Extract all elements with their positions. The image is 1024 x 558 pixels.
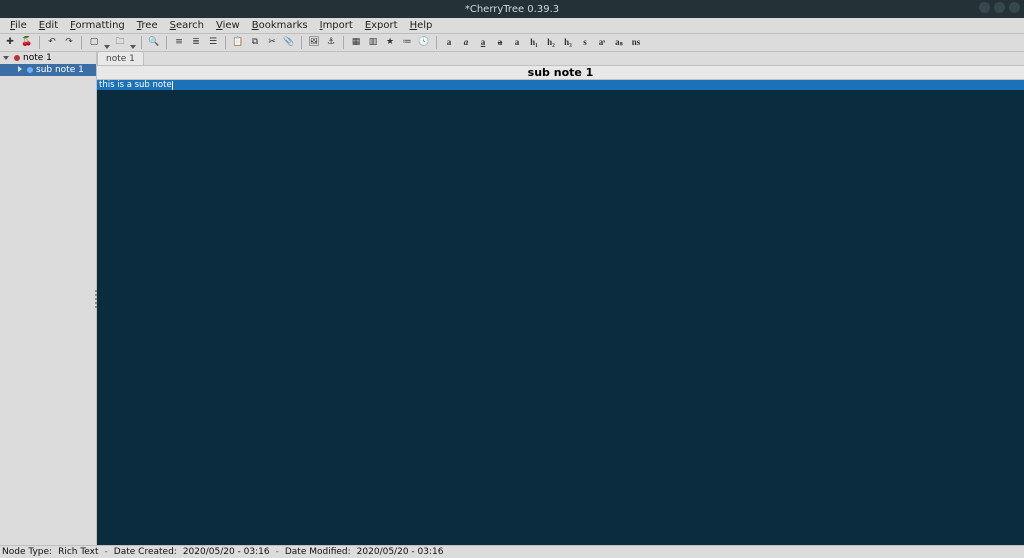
menu-file[interactable]: File <box>4 20 33 31</box>
menubar: FileEditFormattingTreeSearchViewBookmark… <box>0 18 1024 34</box>
menu-formatting[interactable]: Formatting <box>64 20 131 31</box>
status-separator: - <box>276 547 279 557</box>
undo-button[interactable]: ↶ <box>45 36 59 50</box>
window-titlebar: *CherryTree 0.39.3 <box>0 0 1024 18</box>
toolbar-separator <box>141 36 142 49</box>
main-area: note 1 sub note 1 note 1 sub note 1 this … <box>0 52 1024 545</box>
toolbar-separator <box>81 36 82 49</box>
toolbar-separator <box>436 36 437 49</box>
open-button[interactable]: 🗀 <box>113 36 127 50</box>
bold-button[interactable]: a <box>442 36 456 50</box>
window-title: *CherryTree 0.39.3 <box>465 4 559 15</box>
node-title: sub note 1 <box>528 66 594 79</box>
tab-note1[interactable]: note 1 <box>97 51 144 65</box>
status-separator: - <box>105 547 108 557</box>
paste-button[interactable]: 📋 <box>231 36 245 50</box>
node-icon <box>14 55 20 61</box>
list-number-button[interactable]: ≣ <box>189 36 203 50</box>
toolbar-separator <box>225 36 226 49</box>
node-header: sub note 1 <box>97 66 1024 80</box>
expand-icon[interactable] <box>16 66 24 74</box>
tree-node-sub-note-1[interactable]: sub note 1 <box>0 64 96 76</box>
menu-export[interactable]: Export <box>359 20 404 31</box>
minimize-button[interactable] <box>979 2 990 13</box>
anchor-button[interactable]: ⚓ <box>324 36 338 50</box>
small-button[interactable]: s <box>578 36 592 50</box>
list-bullet-button[interactable]: ≡ <box>172 36 186 50</box>
table-button[interactable]: ▦ <box>349 36 363 50</box>
dropdown-icon[interactable] <box>130 40 136 46</box>
codebox-button[interactable]: ▥ <box>366 36 380 50</box>
tabstrip: note 1 <box>97 52 1024 66</box>
maximize-button[interactable] <box>994 2 1005 13</box>
menu-view[interactable]: View <box>210 20 246 31</box>
h3-button[interactable]: h₃ <box>561 36 575 50</box>
menu-bookmarks[interactable]: Bookmarks <box>246 20 314 31</box>
menu-edit[interactable]: Edit <box>33 20 64 31</box>
statusbar: Node Type: Rich Text - Date Created: 202… <box>0 545 1024 558</box>
toolbar: ✚🍒↶↷▢🗀🔍≡≣☰📋⧉✂📎🖼⚓▦▥★≔🕓aaaaah₁h₂h₃saˢaₛns <box>0 34 1024 52</box>
status-created-value: 2020/05/20 - 03:16 <box>183 547 270 557</box>
tree-node-note-1[interactable]: note 1 <box>0 52 96 64</box>
h1-button[interactable]: h₁ <box>527 36 541 50</box>
close-button[interactable] <box>1009 2 1020 13</box>
toolbar-separator <box>166 36 167 49</box>
new-node-button[interactable]: ✚ <box>3 36 17 50</box>
copy-button[interactable]: ⧉ <box>248 36 262 50</box>
image-button[interactable]: 🖼 <box>307 36 321 50</box>
insert-timestamp-button[interactable]: 🕓 <box>417 36 431 50</box>
cut-button[interactable]: ✂ <box>265 36 279 50</box>
current-line[interactable]: this is a sub note <box>97 80 1024 90</box>
toolbar-separator <box>343 36 344 49</box>
tree-sidebar: note 1 sub note 1 <box>0 52 97 545</box>
subscript-button[interactable]: aₛ <box>612 36 626 50</box>
strike-button[interactable]: a <box>493 36 507 50</box>
status-created-label: Date Created: <box>114 547 177 557</box>
new-instance-button[interactable]: ▢ <box>87 36 101 50</box>
remove-format-button[interactable]: ns <box>629 36 643 50</box>
editor-area[interactable]: this is a sub note <box>97 80 1024 545</box>
list-todo-button[interactable]: ☰ <box>206 36 220 50</box>
expand-icon[interactable] <box>3 54 11 62</box>
italic-button[interactable]: a <box>459 36 473 50</box>
status-modified-value: 2020/05/20 - 03:16 <box>357 547 444 557</box>
text-caret <box>172 81 173 90</box>
toolbar-separator <box>301 36 302 49</box>
mono-button[interactable]: a <box>510 36 524 50</box>
menu-import[interactable]: Import <box>314 20 359 31</box>
status-node-type-value: Rich Text <box>58 547 98 557</box>
menu-tree[interactable]: Tree <box>131 20 164 31</box>
superscript-button[interactable]: aˢ <box>595 36 609 50</box>
tree-node-label: note 1 <box>23 53 52 63</box>
tab-label: note 1 <box>106 54 135 64</box>
toolbar-separator <box>39 36 40 49</box>
attach-button[interactable]: 📎 <box>282 36 296 50</box>
redo-button[interactable]: ↷ <box>62 36 76 50</box>
dropdown-icon[interactable] <box>104 40 110 46</box>
insert-special-button[interactable]: ★ <box>383 36 397 50</box>
cherry-button[interactable]: 🍒 <box>20 36 34 50</box>
content-area: note 1 sub note 1 this is a sub note <box>97 52 1024 545</box>
h2-button[interactable]: h₂ <box>544 36 558 50</box>
node-icon <box>27 67 33 73</box>
menu-help[interactable]: Help <box>404 20 439 31</box>
menu-search[interactable]: Search <box>164 20 210 31</box>
underline-button[interactable]: a <box>476 36 490 50</box>
status-modified-label: Date Modified: <box>285 547 351 557</box>
find-button[interactable]: 🔍 <box>147 36 161 50</box>
tree-node-label: sub note 1 <box>36 65 84 75</box>
insert-toc-button[interactable]: ≔ <box>400 36 414 50</box>
editor-text: this is a sub note <box>99 80 172 90</box>
status-node-type-label: Node Type: <box>2 547 52 557</box>
